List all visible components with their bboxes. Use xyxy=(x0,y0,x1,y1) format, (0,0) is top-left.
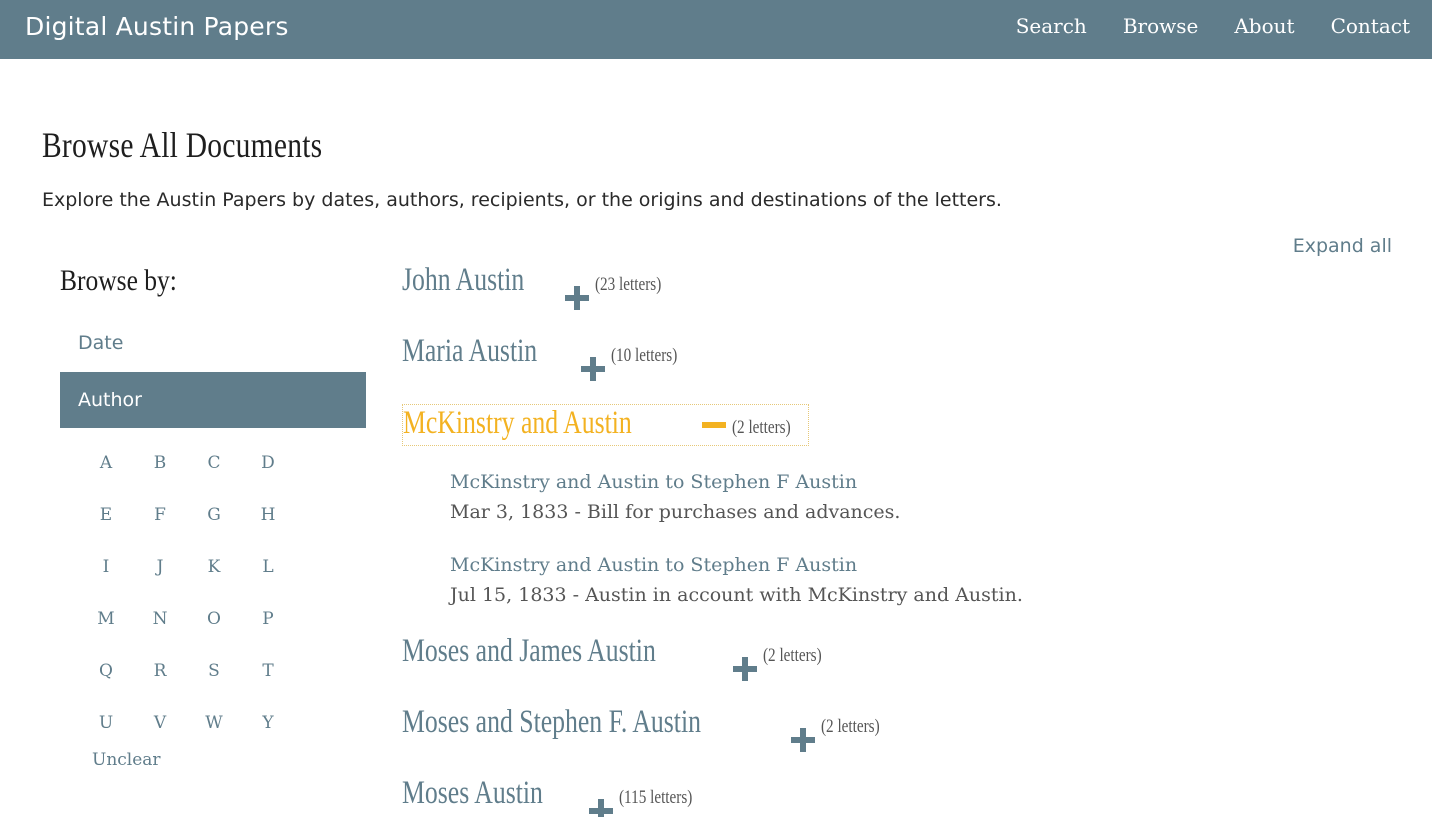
letter-count: (2 letters) xyxy=(763,645,823,666)
author-item: McKinstry and Austin (2 letters) xyxy=(402,404,1302,475)
author-name-link[interactable]: John Austin xyxy=(402,262,524,299)
nav-browse[interactable]: Browse xyxy=(1123,14,1199,38)
nav-contact[interactable]: Contact xyxy=(1331,14,1410,38)
plus-icon[interactable] xyxy=(564,285,589,310)
document-list: McKinstry and Austin to Stephen F Austin… xyxy=(450,467,1302,611)
sidebar-item-date[interactable]: Date xyxy=(60,314,366,372)
author-name-link[interactable]: Moses and James Austin xyxy=(402,633,656,670)
author-item: Moses and James Austin (2 letters) xyxy=(402,633,1302,704)
letter-filter-t[interactable]: T xyxy=(241,648,295,700)
author-item: Maria Austin (10 letters) xyxy=(402,333,1302,404)
author-item: Moses and Stephen F. Austin (2 letters) xyxy=(402,704,1302,775)
letter-filter-u[interactable]: U xyxy=(79,700,133,752)
top-navbar: Digital Austin Papers Search Browse Abou… xyxy=(0,0,1432,59)
letter-filter-b[interactable]: B xyxy=(133,440,187,492)
page-intro: Explore the Austin Papers by dates, auth… xyxy=(42,189,1002,211)
sidebar-item-author[interactable]: Author xyxy=(60,372,366,428)
letter-filter-m[interactable]: M xyxy=(79,596,133,648)
author-name-link[interactable]: McKinstry and Austin xyxy=(403,405,632,442)
letter-filter-k[interactable]: K xyxy=(187,544,241,596)
author-name-link[interactable]: Moses and Stephen F. Austin xyxy=(402,704,701,741)
letter-filter-l[interactable]: L xyxy=(241,544,295,596)
document-description: Mar 3, 1833 - Bill for purchases and adv… xyxy=(450,501,901,523)
document-title-link[interactable]: McKinstry and Austin to Stephen F Austin xyxy=(450,467,1302,497)
author-name-link[interactable]: Moses Austin xyxy=(402,775,543,812)
letter-filter-v[interactable]: V xyxy=(133,700,187,752)
letter-filter-r[interactable]: R xyxy=(133,648,187,700)
letter-count: (115 letters) xyxy=(618,787,692,808)
plus-icon[interactable] xyxy=(581,356,606,381)
letter-count: (10 letters) xyxy=(611,345,678,366)
letter-filter-h[interactable]: H xyxy=(241,492,295,544)
browse-sidebar: Browse by: Date Author ABCD EFGH IJKL MNOP Q… xyxy=(60,262,366,770)
letter-filter-s[interactable]: S xyxy=(187,648,241,700)
letter-count: (2 letters) xyxy=(821,716,880,737)
author-item: Moses Austin (115 letters) xyxy=(402,775,1302,817)
letter-filter-g[interactable]: G xyxy=(187,492,241,544)
letter-filter-w[interactable]: W xyxy=(187,700,241,752)
nav-links: Search Browse About Contact xyxy=(1016,14,1410,38)
sidebar-heading: Browse by: xyxy=(60,264,177,297)
letter-filter-j[interactable]: J xyxy=(133,544,187,596)
letter-filter-y[interactable]: Y xyxy=(241,700,295,752)
nav-search[interactable]: Search xyxy=(1016,14,1087,38)
letter-filter-o[interactable]: O xyxy=(187,596,241,648)
document-item: McKinstry and Austin to Stephen F Austin… xyxy=(450,467,1302,528)
nav-about[interactable]: About xyxy=(1234,14,1294,38)
letter-filter-e[interactable]: E xyxy=(79,492,133,544)
letter-filter-q[interactable]: Q xyxy=(79,648,133,700)
letter-filter-a[interactable]: A xyxy=(79,440,133,492)
author-item: John Austin (23 letters) xyxy=(402,262,1302,333)
letter-filter-f[interactable]: F xyxy=(133,492,187,544)
document-title-link[interactable]: McKinstry and Austin to Stephen F Austin xyxy=(450,550,1302,580)
letter-filter-c[interactable]: C xyxy=(187,440,241,492)
letter-filter-grid: ABCD EFGH IJKL MNOP QRST UVWY xyxy=(79,440,366,752)
letter-filter-unclear[interactable]: Unclear xyxy=(92,750,366,770)
minus-icon[interactable] xyxy=(702,413,727,437)
plus-icon[interactable] xyxy=(733,656,758,681)
expand-all-link[interactable]: Expand all xyxy=(1293,235,1392,257)
author-name-link[interactable]: Maria Austin xyxy=(402,333,537,370)
letter-filter-p[interactable]: P xyxy=(241,596,295,648)
site-brand[interactable]: Digital Austin Papers xyxy=(25,12,289,41)
letter-count: (23 letters) xyxy=(594,274,662,295)
letter-filter-i[interactable]: I xyxy=(79,544,133,596)
author-list: John Austin (23 letters) Maria Austin (10 l… xyxy=(402,262,1302,817)
letter-filter-n[interactable]: N xyxy=(133,596,187,648)
letter-filter-d[interactable]: D xyxy=(241,440,295,492)
page-title: Browse All Documents xyxy=(42,125,323,165)
author-item-focused: McKinstry and Austin (2 letters) xyxy=(402,404,809,446)
plus-icon[interactable] xyxy=(791,727,816,752)
plus-icon[interactable] xyxy=(588,798,613,817)
letter-count: (2 letters) xyxy=(732,417,791,438)
document-item: McKinstry and Austin to Stephen F Austin… xyxy=(450,550,1302,611)
document-description: Jul 15, 1833 - Austin in account with Mc… xyxy=(450,584,1023,606)
